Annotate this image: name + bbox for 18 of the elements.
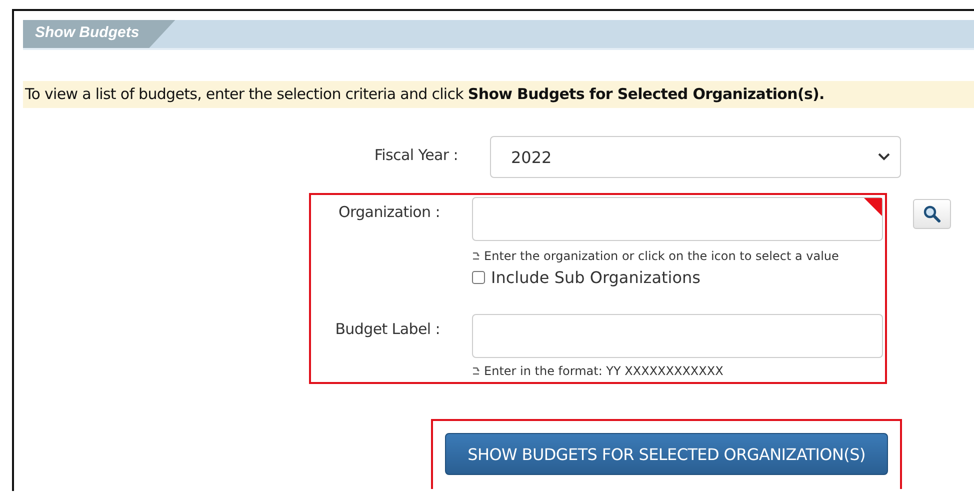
fiscal-year-select[interactable]: 2022: [490, 136, 901, 178]
organization-field[interactable]: [472, 197, 883, 241]
panel-title: Show Budgets: [23, 20, 176, 48]
budget-label-field[interactable]: [472, 314, 883, 358]
search-button[interactable]: [913, 199, 951, 229]
checkbox[interactable]: [472, 271, 485, 284]
instruction-text: To view a list of budgets, enter the selection criteria and click Show Budgets for Selected Organization(s).: [23, 81, 974, 108]
hint-text: Enter the organization or click on the icon to select a value: [484, 249, 839, 263]
search-icon: [923, 205, 941, 223]
show-budgets-button[interactable]: SHOW BUDGETS FOR SELECTED ORGANIZATION(S): [445, 433, 888, 475]
include-sub-checkbox[interactable]: Include Sub Organizations: [472, 268, 700, 287]
hint-icon: [472, 252, 480, 260]
field-label: Fiscal Year :: [373, 145, 458, 166]
hint-icon: [472, 366, 480, 376]
caret-icon: [878, 153, 890, 161]
hint-text: Enter in the format: YY XXXXXXXXXXXX: [484, 364, 724, 378]
field-label: Organization :: [337, 202, 440, 223]
field-label: Budget Label :: [334, 319, 440, 340]
